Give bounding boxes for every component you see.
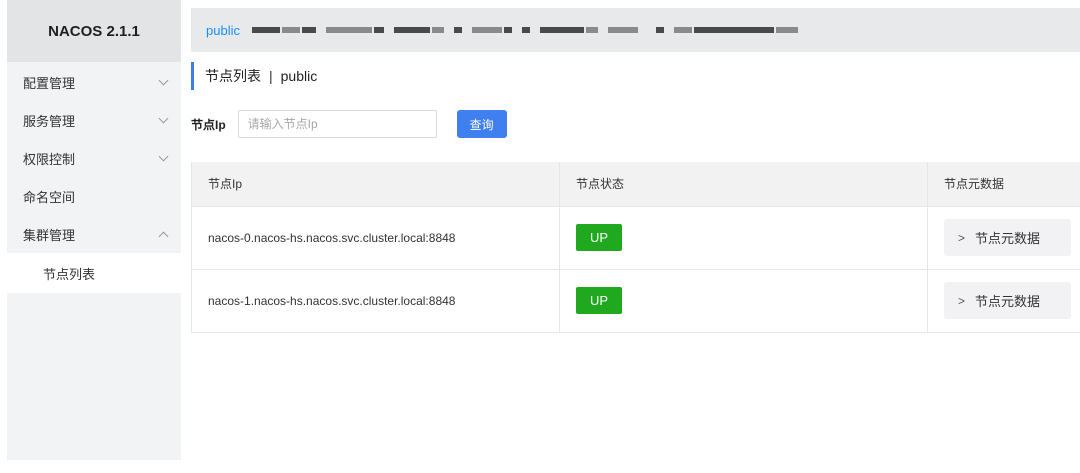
- app-title: NACOS 2.1.1: [7, 0, 181, 62]
- namespace-bar: public: [191, 8, 1080, 52]
- node-ip-cell: nacos-0.nacos-hs.nacos.svc.cluster.local…: [191, 206, 560, 270]
- sidebar-item-services[interactable]: 服务管理: [7, 101, 181, 139]
- metadata-expand-button[interactable]: > 节点元数据: [944, 219, 1071, 256]
- table-row: nacos-0.nacos-hs.nacos.svc.cluster.local…: [191, 206, 1080, 270]
- sidebar-item-namespaces[interactable]: 命名空间: [7, 177, 181, 215]
- sidebar-item-label: 权限控制: [23, 151, 76, 167]
- node-status-cell: UP: [559, 206, 928, 270]
- column-header-metadata: 节点元数据: [927, 162, 1080, 207]
- node-ip-cell: nacos-1.nacos-hs.nacos.svc.cluster.local…: [191, 269, 560, 333]
- table-header-row: 节点Ip 节点状态 节点元数据: [191, 162, 1080, 207]
- sidebar-item-label: 命名空间: [23, 189, 76, 205]
- sidebar-subitem-node-list[interactable]: 节点列表: [7, 253, 181, 293]
- metadata-label: 节点元数据: [975, 231, 1041, 246]
- page-title: 节点列表 | public: [191, 62, 317, 90]
- status-badge: UP: [576, 224, 622, 251]
- column-header-ip: 节点Ip: [191, 162, 560, 207]
- sidebar-item-label: 服务管理: [23, 113, 76, 129]
- node-status-cell: UP: [559, 269, 928, 333]
- chevron-right-icon: >: [958, 230, 966, 245]
- sidebar-item-permissions[interactable]: 权限控制: [7, 139, 181, 177]
- table-row: nacos-1.nacos-hs.nacos.svc.cluster.local…: [191, 269, 1080, 333]
- sidebar-item-label: 集群管理: [23, 227, 76, 243]
- node-table: 节点Ip 节点状态 节点元数据 nacos-0.nacos-hs.nacos.s…: [191, 162, 1080, 333]
- sidebar-subitem-label: 节点列表: [43, 266, 96, 282]
- namespace-link-public[interactable]: public: [206, 23, 240, 38]
- sidebar-item-label: 配置管理: [23, 75, 76, 91]
- page-title-text: 节点列表: [205, 68, 261, 84]
- chevron-right-icon: >: [958, 293, 966, 308]
- metadata-expand-button[interactable]: > 节点元数据: [944, 282, 1071, 319]
- title-separator: |: [269, 68, 273, 84]
- column-header-status: 节点状态: [559, 162, 928, 207]
- sidebar-item-cluster[interactable]: 集群管理: [7, 215, 181, 253]
- search-form: 节点Ip 查询: [191, 109, 507, 139]
- redacted-namespaces: [251, 27, 800, 33]
- status-badge: UP: [576, 287, 622, 314]
- sidebar-item-config[interactable]: 配置管理: [7, 63, 181, 101]
- page-title-namespace: public: [280, 68, 318, 84]
- node-metadata-cell: > 节点元数据: [927, 206, 1080, 270]
- sidebar-menu: 配置管理 服务管理 权限控制 命名空间 集群管理: [7, 63, 181, 253]
- chevron-up-icon: [158, 231, 169, 241]
- metadata-label: 节点元数据: [975, 294, 1041, 309]
- node-ip-input[interactable]: [237, 110, 437, 138]
- search-label: 节点Ip: [191, 117, 226, 132]
- sidebar: NACOS 2.1.1 配置管理 服务管理 权限控制 命名空间 集群管理 节点列…: [7, 0, 181, 460]
- chevron-down-icon: [158, 113, 169, 123]
- query-button[interactable]: 查询: [456, 110, 507, 138]
- chevron-down-icon: [158, 151, 169, 161]
- node-metadata-cell: > 节点元数据: [927, 269, 1080, 333]
- chevron-down-icon: [158, 75, 169, 85]
